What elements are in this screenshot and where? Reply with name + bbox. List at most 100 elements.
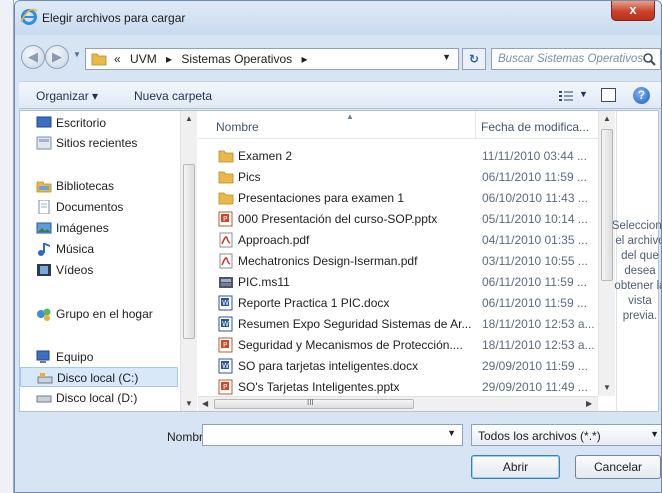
- file-name: 000 Presentación del curso-SOP.pptx: [238, 212, 438, 226]
- new-folder-button[interactable]: Nueva carpeta: [134, 89, 212, 103]
- window-title: Elegir archivos para cargar: [42, 11, 186, 25]
- back-button[interactable]: ◀: [21, 45, 45, 69]
- view-options-dropdown-icon[interactable]: ▼: [579, 89, 588, 99]
- file-list-horizontal-scrollbar[interactable]: ◀ III ▶: [198, 396, 598, 411]
- refresh-button[interactable]: ↻: [462, 48, 486, 70]
- file-row[interactable]: P 000 Presentación del curso-SOP.pptx 05…: [198, 208, 596, 229]
- file-row[interactable]: P Seguridad y Mecanismos de Protección..…: [198, 334, 596, 355]
- file-name: Mechatronics Design-Iserman.pdf: [238, 254, 418, 268]
- file-open-dialog: Elegir archivos para cargar x ◀ ▶ ▼ « UV…: [14, 0, 662, 493]
- scroll-up-arrow-icon[interactable]: ▲: [603, 114, 611, 123]
- breadcrumb-sistemas-operativos[interactable]: Sistemas Operativos: [181, 52, 292, 66]
- address-dropdown-icon[interactable]: ▼: [442, 52, 451, 62]
- file-name: PIC.ms11: [238, 275, 290, 289]
- column-header: ▲ Nombre Fecha de modifica...: [198, 111, 612, 139]
- sidebar-item-equipo[interactable]: Equipo: [20, 347, 178, 367]
- homegroup-icon: [37, 308, 51, 321]
- search-input[interactable]: Buscar Sistemas Operativos: [498, 53, 643, 65]
- navigation-pane-scrollbar[interactable]: ▲ ▼: [180, 111, 197, 411]
- scroll-right-arrow-icon[interactable]: ▶: [586, 399, 592, 408]
- title-bar[interactable]: Elegir archivos para cargar x: [15, 1, 661, 35]
- search-icon: [643, 53, 656, 66]
- filename-dropdown-icon[interactable]: ▼: [447, 428, 456, 438]
- navigation-pane: Escritorio Sitios recientes Bibliotecas …: [20, 111, 180, 411]
- file-row[interactable]: W SO para tarjetas inteligentes.docx 29/…: [198, 355, 596, 376]
- sidebar-item-label: Escritorio: [56, 116, 107, 130]
- folder-icon: [91, 53, 107, 66]
- sidebar-item-documentos[interactable]: Documentos: [20, 197, 178, 217]
- file-name: Pics: [238, 170, 261, 184]
- navigation-bar: ◀ ▶ ▼ « UVM ▸ Sistemas Operativos ▸ ▼ ↻ …: [15, 35, 661, 75]
- sidebar-item-escritorio[interactable]: Escritorio: [20, 113, 178, 133]
- sidebar-item-bibliotecas[interactable]: Bibliotecas: [20, 176, 178, 196]
- file-type-filter-select[interactable]: Todos los archivos (*.*) ▼: [471, 424, 661, 446]
- organize-menu-button[interactable]: Organizar ▾: [36, 89, 98, 103]
- preview-pane-toggle-icon[interactable]: [601, 88, 616, 102]
- recent-locations-dropdown-icon[interactable]: ▼: [73, 50, 81, 59]
- filename-field[interactable]: ▼: [202, 424, 463, 446]
- folder-icon: [218, 171, 234, 184]
- pdf-file-icon: [219, 253, 233, 269]
- sidebar-item-videos[interactable]: Vídeos: [20, 260, 178, 280]
- file-row[interactable]: PIC.ms11 06/11/2010 11:59 ...: [198, 271, 596, 292]
- file-row[interactable]: W Resumen Expo Seguridad Sistemas de Ar.…: [198, 313, 596, 334]
- file-name: SO para tarjetas inteligentes.docx: [238, 359, 419, 373]
- drive-icon: [36, 395, 52, 403]
- breadcrumb: « UVM ▸ Sistemas Operativos ▸: [114, 52, 314, 66]
- scroll-down-arrow-icon[interactable]: ▼: [603, 383, 611, 392]
- powerpoint-file-icon: P: [218, 337, 233, 353]
- sidebar-item-grupo-hogar[interactable]: Grupo en el hogar: [20, 304, 178, 324]
- change-view-icon[interactable]: [559, 90, 573, 102]
- file-row[interactable]: Examen 2 11/11/2010 03:44 ...: [198, 145, 596, 166]
- cancel-button[interactable]: Cancelar: [575, 455, 661, 479]
- preview-placeholder-text: Seleccione el archivo del que desea obte…: [611, 220, 662, 322]
- forward-button[interactable]: ▶: [45, 45, 69, 69]
- column-divider[interactable]: [475, 111, 476, 139]
- drive-icon: [37, 373, 53, 384]
- folder-icon: [218, 150, 234, 163]
- file-row[interactable]: P SO's Tarjetas Inteligentes.pptx 29/09/…: [198, 376, 596, 397]
- search-box[interactable]: Buscar Sistemas Operativos: [491, 48, 661, 70]
- ms11-file-icon: [219, 277, 233, 288]
- breadcrumb-separator-icon[interactable]: ▸: [166, 52, 172, 66]
- music-icon: [38, 243, 50, 256]
- chevron-down-icon: ▼: [650, 429, 659, 439]
- file-date: 06/10/2010 11:43 ...: [482, 191, 588, 205]
- sidebar-item-sitios-recientes[interactable]: Sitios recientes: [20, 133, 178, 153]
- sidebar-item-imagenes[interactable]: Imágenes: [20, 218, 178, 238]
- file-row[interactable]: Mechatronics Design-Iserman.pdf 03/11/20…: [198, 250, 596, 271]
- file-date: 06/11/2010 11:59 ...: [482, 170, 587, 184]
- file-row[interactable]: Presentaciones para examen 1 06/10/2010 …: [198, 187, 596, 208]
- column-date-header[interactable]: Fecha de modifica...: [481, 120, 589, 134]
- file-row[interactable]: Approach.pdf 04/11/2010 01:35 ...: [198, 229, 596, 250]
- powerpoint-file-icon: P: [218, 211, 233, 227]
- sidebar-item-label: Disco local (D:): [56, 391, 138, 405]
- breadcrumb-separator-icon[interactable]: ▸: [301, 52, 307, 66]
- address-bar[interactable]: « UVM ▸ Sistemas Operativos ▸ ▼: [85, 48, 459, 70]
- internet-explorer-icon: [20, 8, 38, 25]
- sidebar-item-label: Documentos: [56, 200, 124, 214]
- file-row[interactable]: Pics 06/11/2010 11:59 ...: [198, 166, 596, 187]
- column-name-header[interactable]: Nombre: [216, 120, 259, 134]
- scrollbar-thumb[interactable]: [183, 164, 195, 339]
- open-button[interactable]: Abrir: [471, 455, 560, 479]
- scroll-up-arrow-icon[interactable]: ▲: [185, 114, 193, 123]
- file-row[interactable]: W Reporte Practica 1 PIC.docx 06/11/2010…: [198, 292, 596, 313]
- sidebar-item-label: Bibliotecas: [56, 179, 115, 193]
- breadcrumb-overflow[interactable]: «: [114, 52, 121, 66]
- breadcrumb-uvm[interactable]: UVM: [130, 52, 157, 66]
- videos-icon: [37, 264, 51, 276]
- scrollbar-thumb[interactable]: III: [214, 398, 414, 409]
- sidebar-item-label: Vídeos: [56, 263, 94, 277]
- sidebar-item-musica[interactable]: Música: [20, 239, 178, 259]
- sidebar-item-disco-c[interactable]: Disco local (C:): [20, 367, 178, 387]
- close-icon: x: [629, 2, 637, 17]
- file-date: 06/11/2010 11:59 ...: [482, 296, 587, 310]
- scroll-down-arrow-icon[interactable]: ▼: [185, 399, 193, 408]
- refresh-icon: ↻: [468, 52, 480, 66]
- sidebar-item-disco-d[interactable]: Disco local (D:): [20, 388, 178, 408]
- close-button[interactable]: x: [611, 1, 655, 21]
- file-name: Approach.pdf: [238, 233, 310, 247]
- scroll-left-arrow-icon[interactable]: ◀: [202, 399, 208, 408]
- help-icon[interactable]: ?: [633, 87, 650, 104]
